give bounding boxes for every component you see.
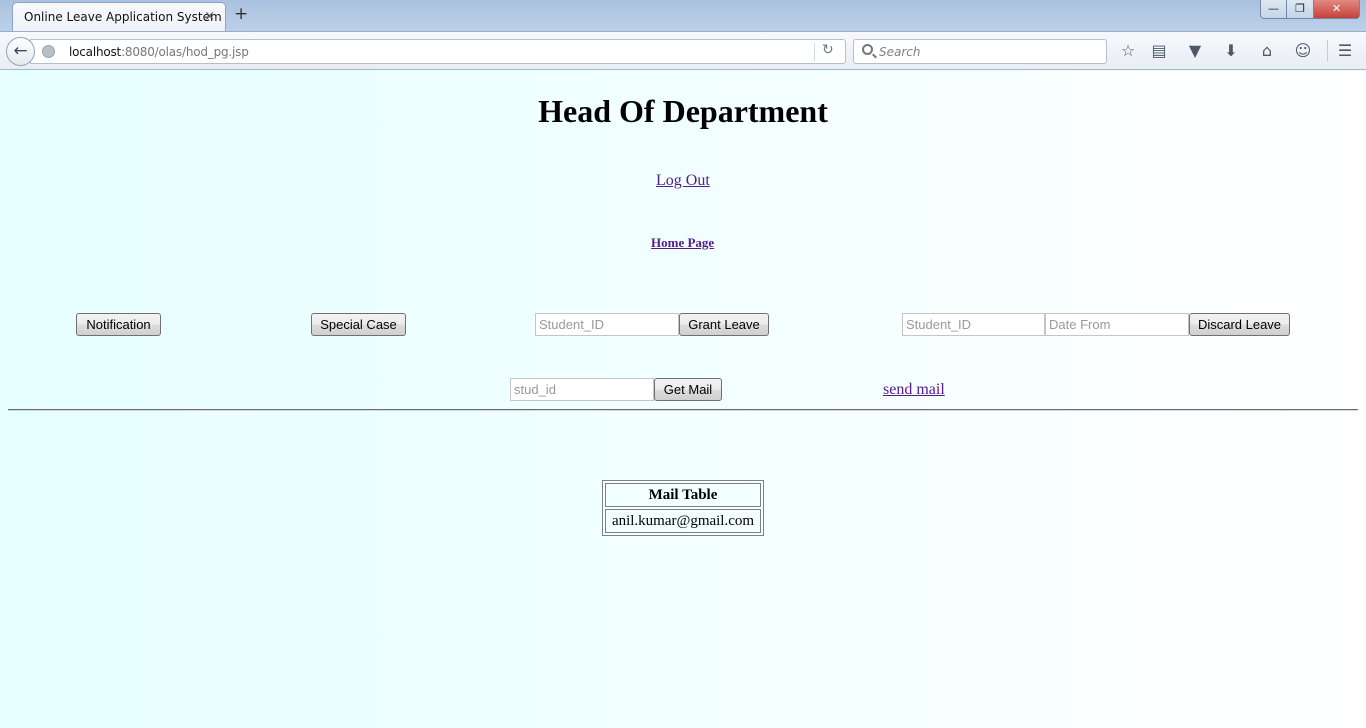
home-icon[interactable]: ⌂	[1257, 41, 1277, 61]
mail-table: Mail Table anil.kumar@gmail.com	[602, 480, 764, 536]
horizontal-divider	[8, 409, 1358, 411]
logout-link[interactable]: Log Out	[656, 172, 710, 190]
window-controls: — ❐ ✕	[1260, 0, 1360, 20]
menu-icon[interactable]: ☰	[1335, 41, 1355, 61]
discard-date-from-input[interactable]: Date From	[1045, 313, 1189, 336]
browser-titlebar: Online Leave Application System × + — ❐ …	[0, 0, 1366, 32]
mail-table-header: Mail Table	[605, 483, 761, 507]
grant-student-id-input[interactable]: Student_ID	[535, 313, 679, 336]
new-tab-icon[interactable]: +	[234, 6, 248, 23]
site-identity-icon[interactable]	[42, 45, 55, 58]
toolbar-divider	[1327, 40, 1328, 62]
discard-student-id-input[interactable]: Student_ID	[902, 313, 1045, 336]
special-case-button[interactable]: Special Case	[311, 313, 406, 336]
search-bar[interactable]: Search	[853, 39, 1107, 64]
search-placeholder: Search	[879, 45, 921, 59]
url-divider	[814, 43, 815, 61]
bookmark-star-icon[interactable]: ☆	[1118, 41, 1138, 61]
browser-navbar: ← localhost:8080/olas/hod_pg.jsp ↻ Searc…	[0, 31, 1366, 70]
browser-tab[interactable]: Online Leave Application System ×	[12, 2, 226, 32]
url-bar[interactable]: localhost:8080/olas/hod_pg.jsp ↻	[30, 39, 846, 64]
tab-title: Online Leave Application System	[24, 10, 222, 24]
close-window-button[interactable]: ✕	[1314, 0, 1360, 19]
stud-id-input[interactable]: stud_id	[510, 378, 654, 401]
grant-leave-button[interactable]: Grant Leave	[679, 313, 769, 336]
send-mail-link[interactable]: send mail	[883, 381, 945, 399]
reading-list-icon[interactable]: ▤	[1149, 41, 1169, 61]
search-icon	[862, 44, 873, 55]
url-text: localhost:8080/olas/hod_pg.jsp	[69, 45, 249, 59]
discard-leave-button[interactable]: Discard Leave	[1189, 313, 1290, 336]
reload-icon[interactable]: ↻	[822, 42, 834, 58]
tab-close-icon[interactable]: ×	[204, 9, 215, 24]
page-title: Head Of Department	[538, 93, 828, 129]
back-arrow-icon[interactable]: ←	[6, 37, 35, 66]
minimize-button[interactable]: —	[1260, 0, 1287, 19]
page-content: Head Of Department Log Out Home Page Not…	[0, 71, 1366, 728]
smiley-icon[interactable]: ☺	[1293, 41, 1313, 61]
notification-button[interactable]: Notification	[76, 313, 161, 336]
get-mail-button[interactable]: Get Mail	[654, 378, 722, 401]
pocket-icon[interactable]: ▼	[1185, 41, 1205, 61]
download-icon[interactable]: ⬇	[1221, 41, 1241, 61]
maximize-button[interactable]: ❐	[1287, 0, 1314, 19]
home-page-link[interactable]: Home Page	[651, 235, 714, 251]
mail-table-cell: anil.kumar@gmail.com	[605, 509, 761, 533]
